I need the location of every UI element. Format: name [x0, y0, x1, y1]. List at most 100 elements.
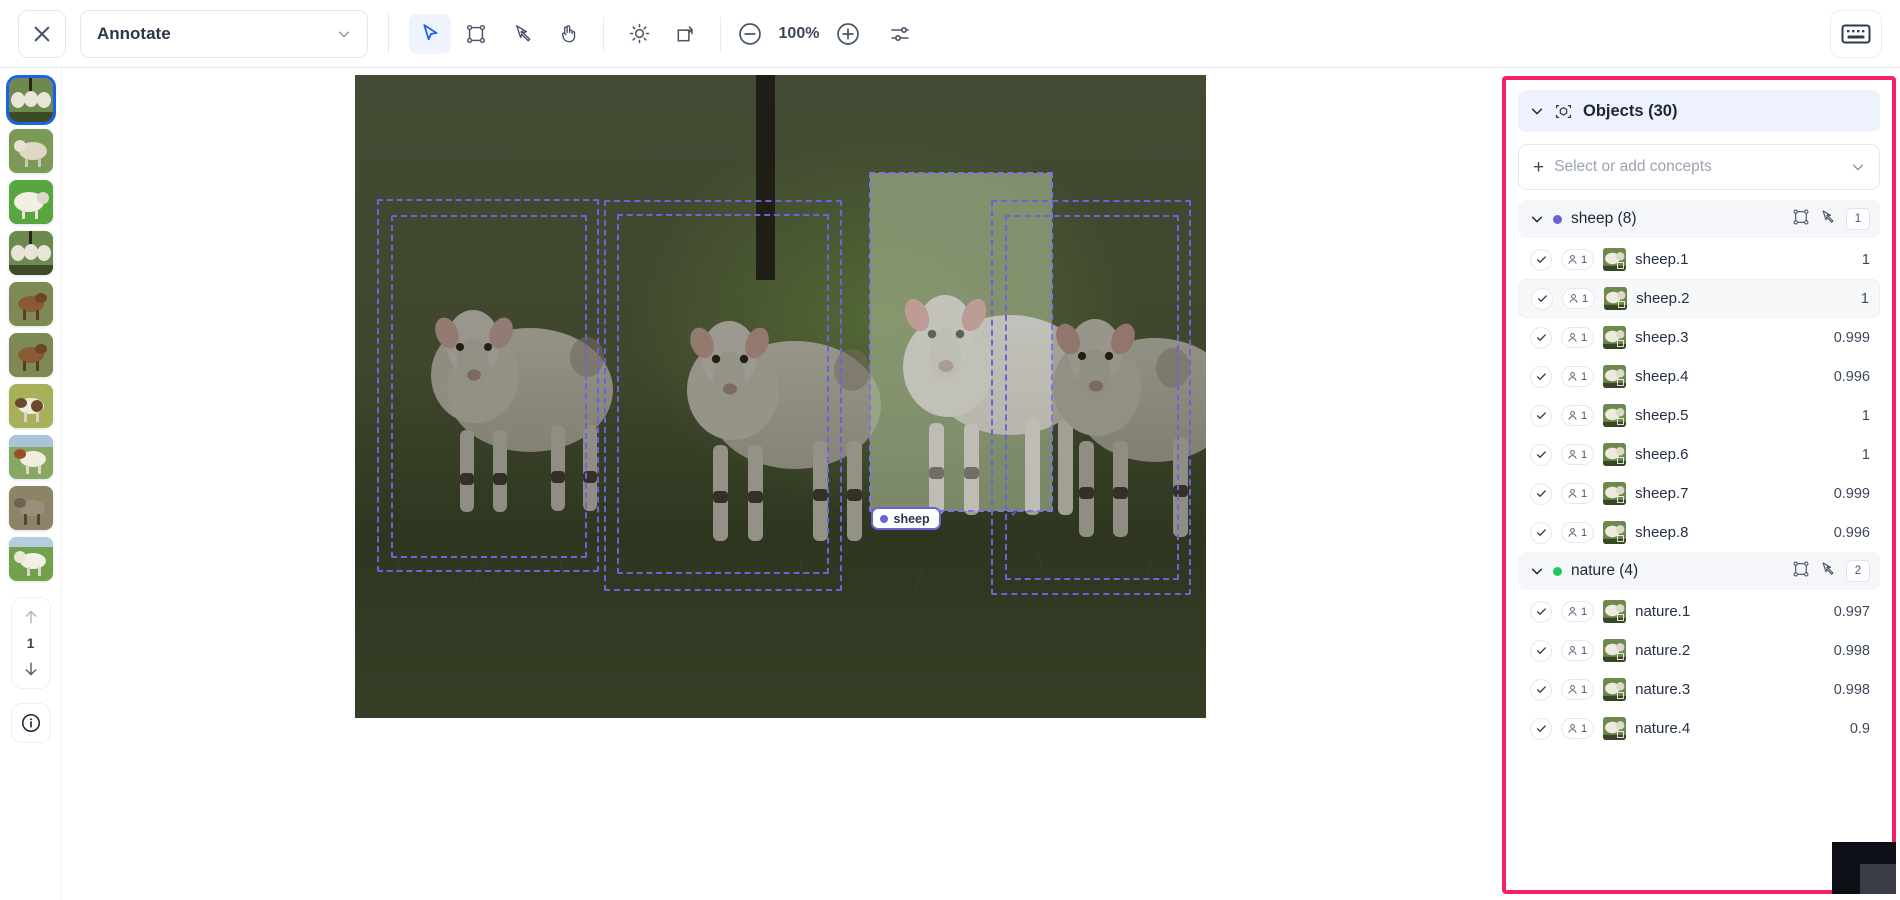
thumbnail-9[interactable] — [8, 486, 53, 530]
row-checkbox[interactable] — [1531, 287, 1553, 310]
row-checkbox[interactable] — [1530, 678, 1552, 701]
object-name: sheep.4 — [1635, 368, 1689, 385]
objects-panel-frame: Objects (30) + Select or add concepts sh… — [1502, 76, 1896, 894]
close-icon — [32, 24, 52, 44]
thumbnail-5[interactable] — [8, 282, 53, 326]
annotator-badge[interactable]: 1 — [1561, 601, 1595, 622]
info-button[interactable] — [10, 703, 51, 743]
concept-picker[interactable]: + Select or add concepts — [1518, 144, 1880, 190]
object-row[interactable]: 1 sheep.6 1 — [1518, 435, 1880, 474]
close-button[interactable] — [18, 9, 66, 58]
object-score: 0.9 — [1849, 720, 1870, 737]
thumbnail-8[interactable] — [8, 435, 53, 479]
row-checkbox[interactable] — [1530, 717, 1552, 740]
annotator-count: 1 — [1581, 526, 1588, 539]
bounding-box-tool[interactable] — [455, 14, 497, 54]
mode-dropdown[interactable]: Annotate — [80, 9, 368, 58]
polygon-pen-icon[interactable] — [1819, 560, 1837, 583]
arrow-down-icon[interactable] — [21, 659, 41, 679]
zoom-out-button[interactable] — [735, 19, 765, 49]
row-checkbox[interactable] — [1530, 443, 1552, 466]
annotator-badge[interactable]: 1 — [1561, 249, 1595, 270]
chevron-down-icon[interactable] — [1530, 564, 1544, 578]
object-name: sheep.6 — [1635, 446, 1689, 463]
chevron-down-icon[interactable] — [1530, 212, 1544, 226]
object-row[interactable]: 1 nature.1 0.997 — [1518, 592, 1880, 631]
object-score: 0.999 — [1833, 485, 1870, 502]
annotator-badge[interactable]: 1 — [1562, 288, 1596, 309]
group-count-chip[interactable]: 1 — [1846, 208, 1870, 230]
thumbnail-10[interactable] — [8, 537, 53, 581]
select-tool[interactable] — [409, 13, 451, 54]
row-checkbox[interactable] — [1530, 600, 1552, 623]
annotated-image[interactable]: sheep ✓ — [354, 75, 1206, 718]
brightness-tool[interactable] — [618, 14, 660, 54]
object-row[interactable]: 1 sheep.1 1 — [1518, 240, 1880, 279]
arrow-up-icon[interactable] — [21, 607, 41, 627]
object-row[interactable]: 1 sheep.7 0.999 — [1518, 474, 1880, 513]
object-thumbnail — [1603, 678, 1627, 701]
label-confirm-check-icon[interactable]: ✓ — [1010, 504, 1022, 521]
thumbnail-7[interactable] — [8, 384, 53, 428]
row-checkbox[interactable] — [1530, 365, 1552, 388]
annotator-badge[interactable]: 1 — [1561, 444, 1595, 465]
annotator-badge[interactable]: 1 — [1561, 718, 1595, 739]
annotator-badge[interactable]: 1 — [1561, 327, 1595, 348]
bounding-box-icon[interactable] — [1792, 208, 1810, 231]
object-group-header-sheep[interactable]: sheep (8) 1 — [1518, 200, 1880, 238]
user-icon — [1568, 411, 1577, 420]
thumbnail-4[interactable] — [8, 231, 53, 275]
annotator-badge[interactable]: 1 — [1561, 405, 1595, 426]
row-checkbox[interactable] — [1530, 326, 1552, 349]
objects-header[interactable]: Objects (30) — [1518, 90, 1880, 132]
pan-tool[interactable] — [547, 14, 589, 54]
annotator-badge[interactable]: 1 — [1561, 483, 1595, 504]
annotator-badge[interactable]: 1 — [1561, 640, 1595, 661]
object-group-header-nature[interactable]: nature (4) 2 — [1518, 552, 1880, 590]
bounding-box-icon — [1617, 457, 1625, 464]
annotator-count: 1 — [1581, 331, 1588, 344]
object-score: 0.996 — [1833, 524, 1870, 541]
annotator-badge[interactable]: 1 — [1561, 366, 1595, 387]
object-row[interactable]: 1 sheep.4 0.996 — [1518, 357, 1880, 396]
zoom-in-button[interactable] — [833, 19, 863, 49]
annotator-count: 1 — [1581, 370, 1588, 383]
current-page: 1 — [26, 635, 35, 651]
chevron-down-icon[interactable] — [1530, 104, 1544, 118]
annotator-badge[interactable]: 1 — [1561, 679, 1595, 700]
object-row[interactable]: 1 sheep.8 0.996 — [1518, 513, 1880, 552]
bounding-box-icon — [1617, 692, 1625, 699]
object-row[interactable]: 1 sheep.5 1 — [1518, 396, 1880, 435]
object-label-chip[interactable]: sheep — [870, 507, 941, 530]
user-icon — [1568, 528, 1577, 537]
row-checkbox[interactable] — [1530, 639, 1552, 662]
thumbnail-6[interactable] — [8, 333, 53, 377]
image-canvas-area[interactable]: sheep ✓ — [62, 68, 1498, 900]
object-row[interactable]: 1 nature.2 0.998 — [1518, 631, 1880, 670]
row-checkbox[interactable] — [1530, 521, 1552, 544]
polygon-pen-tool[interactable] — [501, 14, 543, 54]
rotate-tool[interactable] — [664, 14, 706, 54]
polygon-pen-icon[interactable] — [1819, 208, 1837, 231]
object-thumbnail — [1603, 365, 1627, 388]
object-thumbnail — [1603, 248, 1627, 271]
display-settings-button[interactable] — [885, 19, 915, 49]
thumbnail-2[interactable] — [8, 129, 53, 173]
group-count-chip[interactable]: 2 — [1846, 560, 1870, 582]
bounding-box-icon — [1617, 418, 1625, 425]
row-checkbox[interactable] — [1530, 404, 1552, 427]
object-row[interactable]: 1 sheep.3 0.999 — [1518, 318, 1880, 357]
bounding-box-icon[interactable] — [1792, 560, 1810, 583]
annotator-badge[interactable]: 1 — [1561, 522, 1595, 543]
chevron-down-icon[interactable] — [1851, 160, 1865, 174]
row-checkbox[interactable] — [1530, 248, 1552, 271]
thumbnail-1[interactable] — [5, 75, 56, 125]
row-checkbox[interactable] — [1530, 482, 1552, 505]
object-row[interactable]: 1 nature.3 0.998 — [1518, 670, 1880, 709]
thumbnail-3[interactable] — [8, 180, 53, 224]
object-groups-list: sheep (8) 1 1 sheep.1 1 1 sheep.2 1 1 sheep.3 0.99… — [1518, 200, 1880, 890]
object-row[interactable]: 1 sheep.2 1 — [1518, 279, 1880, 318]
object-name: sheep.2 — [1636, 290, 1690, 307]
object-row[interactable]: 1 nature.4 0.9 — [1518, 709, 1880, 748]
keyboard-shortcuts-button[interactable] — [1830, 9, 1882, 58]
